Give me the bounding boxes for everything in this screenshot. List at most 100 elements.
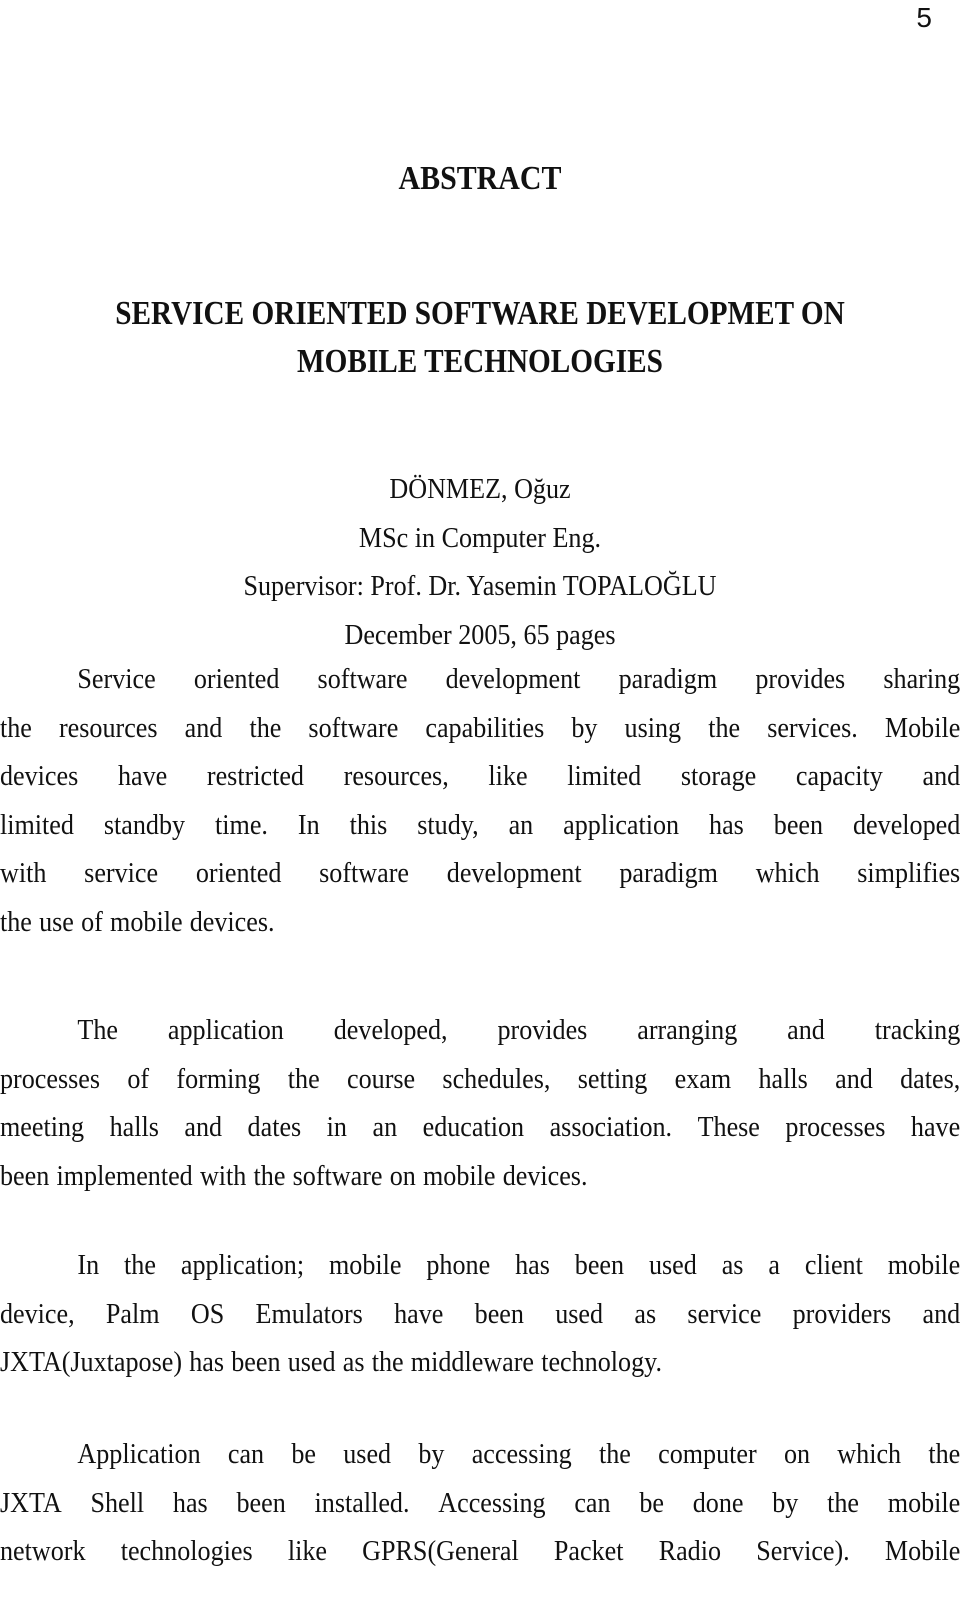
word: which — [837, 1438, 902, 1470]
paragraph-line: JXTA Shell has been installed. Accessing can be… — [0, 1479, 960, 1528]
word: resources — [58, 711, 158, 744]
word: and — [922, 760, 960, 792]
paragraph-line: network technologies like GPRS(General Packe… — [0, 1527, 960, 1576]
word: limited — [567, 760, 642, 792]
word: mobile — [110, 905, 183, 938]
word: provides — [755, 663, 846, 695]
word: provides — [497, 1014, 588, 1046]
page-number: 5 — [916, 2, 932, 33]
word: Packet — [553, 1535, 624, 1567]
word: been — [574, 1249, 625, 1281]
word: like — [488, 760, 528, 792]
word: computer — [658, 1438, 757, 1470]
word: used — [287, 1346, 336, 1378]
word: software — [317, 663, 408, 695]
word: with — [199, 1159, 247, 1192]
word: the — [0, 711, 32, 744]
word: devices. — [502, 1159, 588, 1192]
thesis-meta: DÖNMEZ, Oğuz MSc in Computer Eng. Superv… — [0, 465, 960, 659]
word: Radio — [658, 1535, 722, 1567]
word: phone — [426, 1249, 491, 1281]
paragraph-line: In the application; mobile phone has been used a… — [0, 1241, 960, 1290]
date-pages: December 2005, 65 pages — [344, 618, 616, 651]
word: setting — [577, 1062, 648, 1095]
word: the — [124, 1249, 156, 1281]
word: mobile — [887, 1249, 960, 1281]
word: the — [827, 1486, 860, 1519]
paragraph-line: been implemented with the software on mobile de… — [0, 1152, 960, 1201]
word: in — [326, 1111, 347, 1143]
word: Service — [77, 663, 156, 695]
paragraph-line: JXTA(Juxtapose) has been used as the middlewar… — [0, 1338, 960, 1387]
word: have — [117, 760, 168, 792]
paragraph-line: The application developed, provides arrangin… — [0, 1006, 960, 1055]
word: on — [389, 1159, 416, 1192]
word: Application — [77, 1438, 201, 1470]
word: this — [349, 808, 388, 841]
word: been — [0, 1159, 50, 1192]
paragraph-line: limited standby time. In this study, an applica… — [0, 801, 960, 850]
word: as — [342, 1346, 365, 1378]
word: halls — [109, 1111, 159, 1143]
word: GPRS(General — [362, 1535, 519, 1567]
word: Emulators — [255, 1297, 363, 1330]
word: been — [474, 1297, 524, 1330]
word: software — [319, 857, 410, 889]
word: has — [172, 1486, 208, 1519]
word: an — [372, 1111, 398, 1143]
word: study, — [417, 808, 479, 841]
word: Accessing — [438, 1486, 546, 1519]
word: application — [563, 808, 680, 841]
word: In — [77, 1249, 100, 1281]
word: exam — [674, 1062, 732, 1095]
word: an — [508, 808, 534, 841]
word: mobile — [423, 1159, 496, 1192]
word: oriented — [193, 663, 280, 695]
author-name: DÖNMEZ, Oğuz — [389, 473, 571, 505]
supervisor: Supervisor: Prof. Dr. Yasemin TOPALOĞLU — [243, 570, 717, 602]
word: restricted — [206, 760, 304, 792]
word: like — [287, 1535, 327, 1567]
word: service — [84, 857, 159, 889]
word: installed. — [314, 1486, 410, 1519]
word: technology. — [541, 1346, 663, 1378]
paragraph-line: devices have restricted resources, like limit… — [0, 752, 960, 801]
word: have — [394, 1297, 444, 1330]
word: education — [422, 1111, 525, 1143]
paragraph-line: the use of mobile devices. — [0, 898, 960, 947]
word: and — [835, 1062, 873, 1095]
word: implemented — [56, 1159, 193, 1192]
word: of — [81, 905, 103, 938]
word: capabilities — [425, 711, 545, 744]
word: schedules, — [442, 1062, 551, 1095]
word: the — [253, 1159, 286, 1192]
word: done — [692, 1486, 744, 1519]
word: client — [804, 1249, 863, 1281]
word: a — [768, 1249, 780, 1281]
paragraph-line: Service oriented software development paradi… — [0, 655, 960, 704]
word: forming — [176, 1062, 261, 1095]
word: has — [189, 1346, 225, 1378]
word: Service). — [756, 1535, 850, 1567]
word: as — [634, 1297, 657, 1330]
word: Mobile — [884, 711, 960, 744]
word: association. — [549, 1111, 673, 1143]
word: accessing — [471, 1438, 572, 1470]
word: JXTA — [0, 1486, 62, 1519]
word: application; — [180, 1249, 305, 1281]
paragraph-line: the resources and the software capabilities by… — [0, 704, 960, 753]
word: paradigm — [618, 663, 718, 695]
word: be — [291, 1438, 316, 1470]
word: and — [787, 1014, 825, 1046]
word: and — [184, 1111, 223, 1143]
word: the — [371, 1346, 404, 1378]
word: These — [697, 1111, 760, 1143]
word: can — [574, 1486, 611, 1519]
word: development — [446, 857, 582, 889]
word: and — [922, 1297, 960, 1330]
word: The — [77, 1014, 118, 1046]
word: limited — [0, 808, 74, 841]
word: technologies — [120, 1535, 253, 1567]
word: mobile — [887, 1486, 960, 1519]
degree: MSc in Computer Eng. — [358, 521, 602, 554]
